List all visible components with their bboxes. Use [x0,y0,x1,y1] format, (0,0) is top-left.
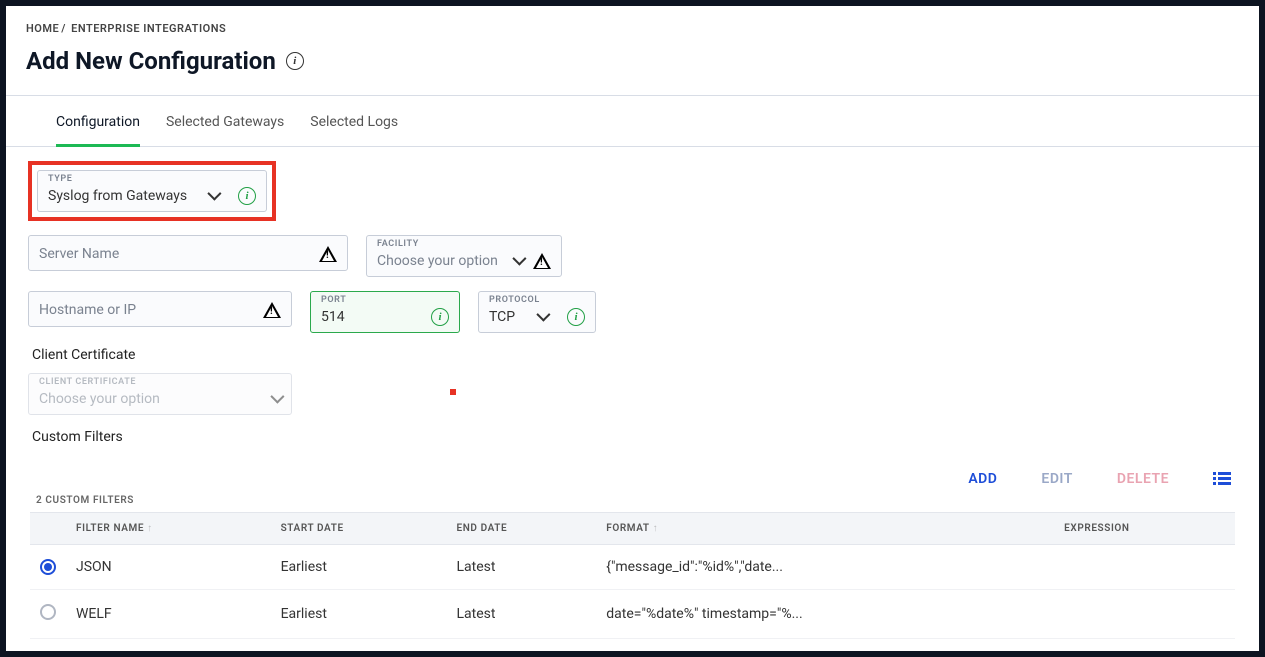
port-input[interactable]: PORT 514 i [310,291,460,333]
type-select[interactable]: TYPE Syslog from Gateways i [37,170,267,212]
add-button[interactable]: ADD [968,471,997,487]
delete-button[interactable]: DELETE [1117,471,1169,487]
cell-format: date="%date%" timestamp="%... [596,590,1054,639]
info-icon[interactable]: i [238,187,256,205]
server-name-input[interactable]: Server Name [28,235,348,271]
chevron-down-icon [198,188,218,204]
sort-arrow-icon: ↑ [147,523,153,534]
hostname-placeholder: Hostname or IP [39,302,253,318]
table-row[interactable]: JSON Earliest Latest {"message_id":"%id%… [30,545,1235,590]
chevron-down-icon [527,309,547,325]
page-title: Add New Configuration [26,47,276,75]
info-icon[interactable]: i [431,308,449,326]
row-radio[interactable] [40,559,56,575]
cell-end: Latest [447,545,597,590]
row-radio[interactable] [40,604,56,620]
cell-expression [1054,545,1235,590]
cell-end: Latest [447,590,597,639]
col-select [30,513,66,545]
chevron-down-icon [261,391,281,407]
col-expression[interactable]: EXPRESSION [1054,513,1235,545]
cell-start: Earliest [271,545,447,590]
protocol-label: PROTOCOL [489,295,540,305]
col-filter-name[interactable]: FILTER NAME↑ [66,513,271,545]
type-value: Syslog from Gateways [48,188,198,204]
table-actions: ADD EDIT DELETE [6,465,1259,491]
columns-icon[interactable] [1213,472,1231,486]
required-marker [450,389,456,395]
cell-name: WELF [66,590,271,639]
client-cert-select[interactable]: CLIENT CERTIFICATE Choose your option [28,373,292,415]
protocol-select[interactable]: PROTOCOL TCP i [478,291,596,333]
info-icon[interactable]: i [286,52,304,70]
col-start-date[interactable]: START DATE [271,513,447,545]
cell-start: Earliest [271,590,447,639]
protocol-value: TCP [489,309,527,325]
port-label: PORT [321,295,346,305]
breadcrumb-home[interactable]: HOME [26,22,59,35]
tab-configuration[interactable]: Configuration [56,114,140,147]
custom-filters-table: FILTER NAME↑ START DATE END DATE FORMAT↑… [30,512,1235,639]
breadcrumb-sep: / [61,22,66,35]
warning-icon [319,246,337,262]
hostname-input[interactable]: Hostname or IP [28,291,292,327]
edit-button[interactable]: EDIT [1041,471,1072,487]
type-label: TYPE [48,174,72,184]
cell-expression [1054,590,1235,639]
custom-filters-heading: Custom Filters [32,429,1237,445]
col-end-date[interactable]: END DATE [447,513,597,545]
tab-selected-gateways[interactable]: Selected Gateways [166,114,284,146]
filters-count: 2 CUSTOM FILTERS [30,491,1235,512]
table-row[interactable]: WELF Earliest Latest date="%date%" times… [30,590,1235,639]
server-name-placeholder: Server Name [39,246,309,262]
warning-icon [533,253,551,269]
chevron-down-icon [503,253,523,269]
facility-placeholder: Choose your option [377,253,503,269]
client-cert-heading: Client Certificate [32,347,1237,363]
sort-arrow-icon: ↑ [653,523,659,534]
facility-select[interactable]: FACILITY Choose your option [366,235,562,277]
col-format[interactable]: FORMAT↑ [596,513,1054,545]
warning-icon [263,302,281,318]
breadcrumb-current[interactable]: ENTERPRISE INTEGRATIONS [71,22,226,35]
cell-format: {"message_id":"%id%","date... [596,545,1054,590]
type-highlight: TYPE Syslog from Gateways i [28,161,276,221]
port-value: 514 [321,309,411,325]
client-cert-label: CLIENT CERTIFICATE [39,377,136,387]
cell-name: JSON [66,545,271,590]
breadcrumb: HOME/ ENTERPRISE INTEGRATIONS [6,6,1259,43]
client-cert-placeholder: Choose your option [39,391,261,407]
facility-label: FACILITY [377,239,419,249]
tabs: Configuration Selected Gateways Selected… [6,96,1259,147]
info-icon[interactable]: i [567,308,585,326]
tab-selected-logs[interactable]: Selected Logs [310,114,398,146]
